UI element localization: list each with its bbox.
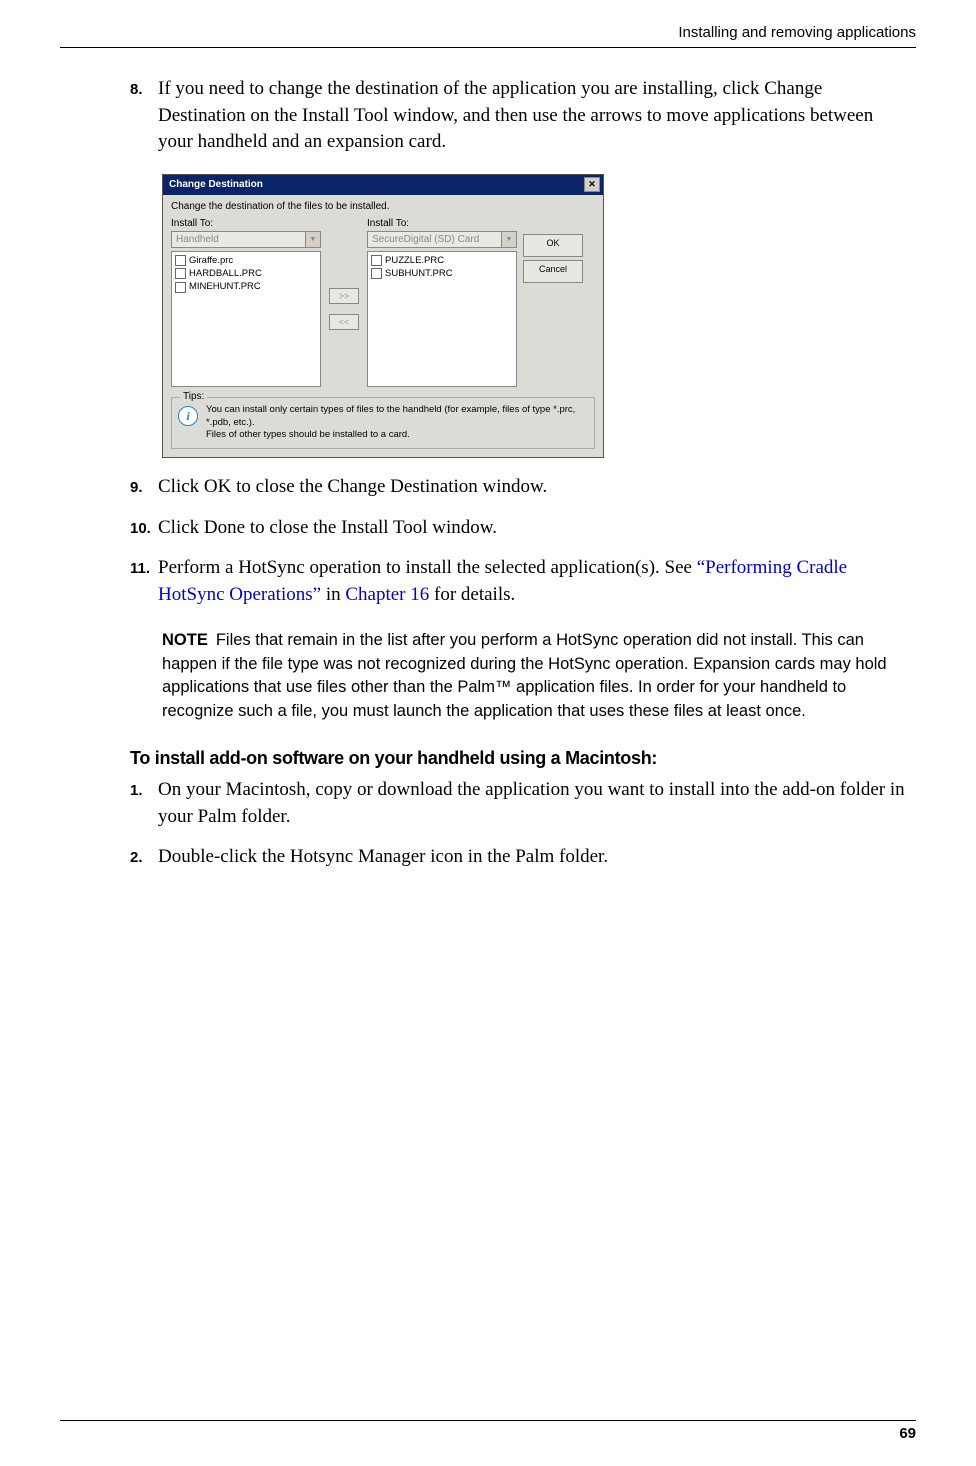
- dialog-title: Change Destination: [169, 179, 263, 190]
- move-left-button[interactable]: <<: [329, 314, 359, 330]
- step-number: 11.: [130, 555, 158, 579]
- step-10: 10. Click Done to close the Install Tool…: [130, 515, 906, 542]
- combo-value: Handheld: [176, 234, 219, 245]
- step-body: Perform a HotSync operation to install t…: [158, 555, 906, 608]
- step-body: Click Done to close the Install Tool win…: [158, 515, 906, 542]
- step-body: On your Macintosh, copy or download the …: [158, 777, 906, 830]
- left-pane: Install To: Handheld ▼ Giraffe.prc HARDB…: [171, 218, 321, 387]
- file-icon: [175, 268, 186, 279]
- list-item[interactable]: PUZZLE.PRC: [371, 254, 513, 267]
- step-body: Double-click the Hotsync Manager icon in…: [158, 844, 906, 871]
- file-name: Giraffe.prc: [189, 254, 233, 267]
- page-content: 8. If you need to change the destination…: [60, 76, 916, 871]
- tips-line: Files of other types should be installed…: [206, 429, 588, 442]
- right-destination-combo[interactable]: SecureDigital (SD) Card ▼: [367, 231, 517, 248]
- chevron-down-icon: ▼: [305, 232, 320, 247]
- note-text: Files that remain in the list after you …: [162, 631, 887, 721]
- change-destination-dialog: Change Destination ✕ Change the destinat…: [162, 174, 604, 458]
- step-9: 9. Click OK to close the Change Destinat…: [130, 474, 906, 501]
- page-number: 69: [60, 1425, 916, 1442]
- combo-value: SecureDigital (SD) Card: [372, 234, 479, 245]
- step-body: If you need to change the destination of…: [158, 76, 906, 156]
- footer-rule: [60, 1420, 916, 1421]
- page-footer: 69: [60, 1420, 916, 1442]
- step-8: 8. If you need to change the destination…: [130, 76, 906, 156]
- file-name: HARDBALL.PRC: [189, 267, 262, 280]
- transfer-buttons: >> <<: [327, 218, 361, 330]
- tips-legend: Tips:: [180, 391, 207, 402]
- tips-group: Tips: i You can install only certain typ…: [171, 397, 595, 449]
- dialog-instruction: Change the destination of the files to b…: [171, 201, 595, 212]
- step-number: 9.: [130, 474, 158, 498]
- left-file-list[interactable]: Giraffe.prc HARDBALL.PRC MINEHUNT.PRC: [171, 251, 321, 387]
- list-item[interactable]: MINEHUNT.PRC: [175, 280, 317, 293]
- right-pane: Install To: SecureDigital (SD) Card ▼ PU…: [367, 218, 517, 387]
- move-right-button[interactable]: >>: [329, 288, 359, 304]
- step-number: 2.: [130, 844, 158, 868]
- change-destination-figure: Change Destination ✕ Change the destinat…: [162, 174, 906, 458]
- step-body: Click OK to close the Change Destination…: [158, 474, 906, 501]
- file-icon: [175, 255, 186, 266]
- left-destination-combo[interactable]: Handheld ▼: [171, 231, 321, 248]
- file-name: MINEHUNT.PRC: [189, 280, 261, 293]
- header-rule: [60, 47, 916, 48]
- file-icon: [175, 282, 186, 293]
- file-icon: [371, 255, 382, 266]
- list-item[interactable]: HARDBALL.PRC: [175, 267, 317, 280]
- file-name: PUZZLE.PRC: [385, 254, 444, 267]
- file-name: SUBHUNT.PRC: [385, 267, 453, 280]
- note-block: NOTEFiles that remain in the list after …: [162, 629, 906, 725]
- mac-install-subheading: To install add-on software on your handh…: [130, 748, 906, 769]
- step-text: for details.: [429, 584, 515, 605]
- dialog-titlebar: Change Destination ✕: [163, 175, 603, 195]
- close-icon[interactable]: ✕: [584, 177, 600, 192]
- note-label: NOTE: [162, 631, 208, 649]
- step-number: 8.: [130, 76, 158, 100]
- mac-step-2: 2. Double-click the Hotsync Manager icon…: [130, 844, 906, 871]
- dialog-action-buttons: OK Cancel: [523, 218, 589, 286]
- chevron-down-icon: ▼: [501, 232, 516, 247]
- file-icon: [371, 268, 382, 279]
- mac-step-1: 1. On your Macintosh, copy or download t…: [130, 777, 906, 830]
- tips-text: You can install only certain types of fi…: [206, 404, 588, 442]
- list-item[interactable]: Giraffe.prc: [175, 254, 317, 267]
- tips-line: You can install only certain types of fi…: [206, 404, 588, 430]
- list-item[interactable]: SUBHUNT.PRC: [371, 267, 513, 280]
- right-file-list[interactable]: PUZZLE.PRC SUBHUNT.PRC: [367, 251, 517, 387]
- step-text: Perform a HotSync operation to install t…: [158, 557, 697, 578]
- info-icon: i: [178, 406, 198, 426]
- step-number: 1.: [130, 777, 158, 801]
- step-number: 10.: [130, 515, 158, 539]
- cancel-button[interactable]: Cancel: [523, 260, 583, 283]
- step-text: in: [321, 584, 345, 605]
- link-chapter-16[interactable]: Chapter 16: [345, 584, 429, 605]
- step-11: 11. Perform a HotSync operation to insta…: [130, 555, 906, 608]
- right-install-to-label: Install To:: [367, 218, 517, 229]
- ok-button[interactable]: OK: [523, 234, 583, 257]
- running-header: Installing and removing applications: [60, 24, 916, 47]
- left-install-to-label: Install To:: [171, 218, 321, 229]
